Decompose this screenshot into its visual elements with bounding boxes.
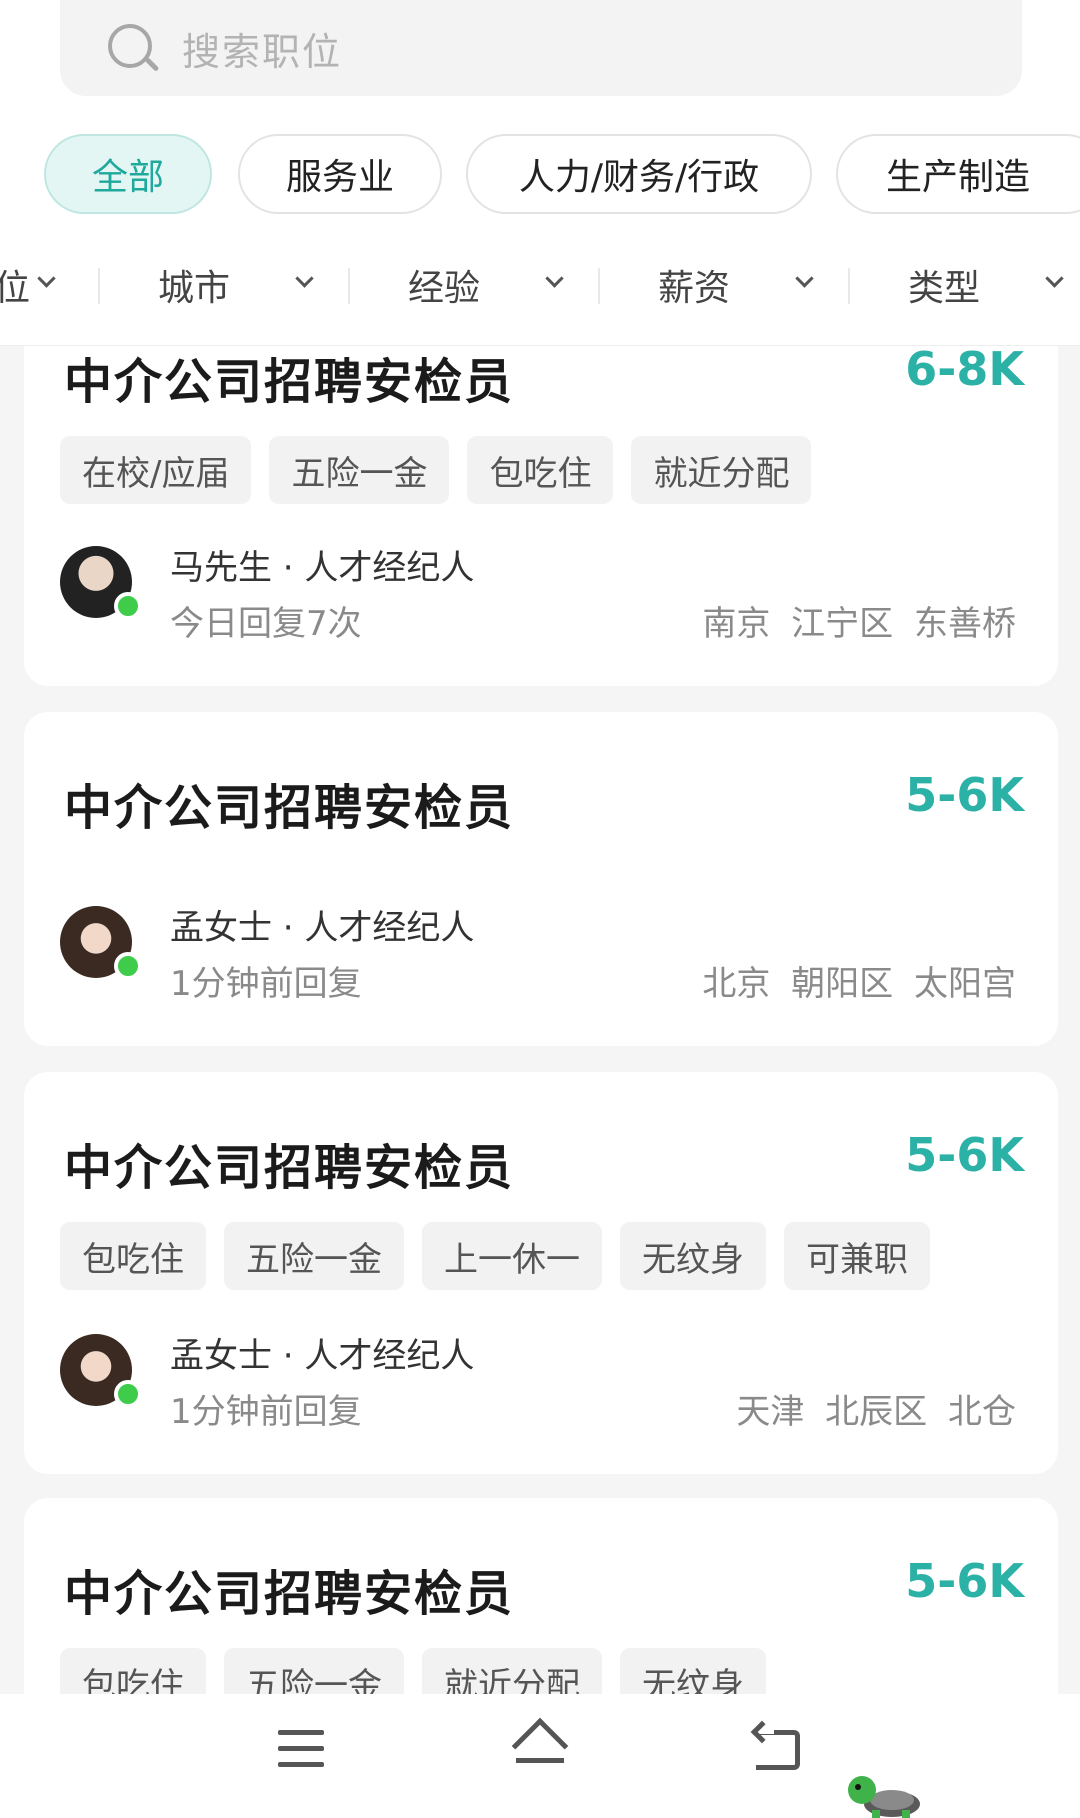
system-nav-bar xyxy=(0,1694,1080,1818)
reply-status: 1分钟前回复 xyxy=(170,964,362,1004)
avatar xyxy=(60,546,142,620)
job-location: 北京 朝阳区 太阳宫 xyxy=(702,964,1016,1004)
job-title: 中介公司招聘安检员 xyxy=(64,354,515,410)
job-location: 南京 江宁区 东善桥 xyxy=(702,604,1016,644)
agent-name: 马先生 · 人才经纪人 xyxy=(170,548,475,588)
job-tag: 包吃住 xyxy=(60,1222,206,1290)
search-icon xyxy=(104,20,160,76)
job-card[interactable]: 中介公司招聘安检员 5-6K 包吃住 五险一金 上一休一 无纹身 可兼职 孟女士… xyxy=(24,1072,1058,1474)
online-status-dot xyxy=(114,952,142,980)
job-tags: 包吃住 五险一金 上一休一 无纹身 可兼职 xyxy=(60,1222,930,1290)
job-salary: 5-6K xyxy=(905,768,1024,822)
filter-position[interactable]: 位 xyxy=(0,250,70,320)
job-salary: 5-6K xyxy=(905,1128,1024,1182)
filter-bar: 位 城市 经验 薪资 类型 xyxy=(0,250,1080,320)
job-card[interactable]: 中介公司招聘安检员 5-6K 孟女士 · 人才经纪人 1分钟前回复 北京 朝阳区… xyxy=(24,712,1058,1046)
avatar xyxy=(60,906,142,980)
job-tag: 无纹身 xyxy=(620,1222,766,1290)
job-tag: 在校/应届 xyxy=(60,436,252,504)
search-bar[interactable]: 搜索职位 xyxy=(60,0,1022,96)
chevron-down-icon xyxy=(545,269,564,288)
filter-city-label: 城市 xyxy=(158,268,231,309)
category-tab-hr-finance-admin[interactable]: 人力/财务/行政 xyxy=(466,134,812,214)
filter-salary-label: 薪资 xyxy=(658,268,731,309)
filter-divider xyxy=(348,268,350,304)
filter-salary[interactable]: 薪资 xyxy=(658,250,818,320)
filter-divider xyxy=(598,268,600,304)
job-tag: 五险一金 xyxy=(224,1222,404,1290)
category-tab-service[interactable]: 服务业 xyxy=(238,134,442,214)
job-tag: 五险一金 xyxy=(269,436,450,504)
job-salary: 5-6K xyxy=(905,1554,1024,1608)
agent-name: 孟女士 · 人才经纪人 xyxy=(170,908,475,948)
job-title: 中介公司招聘安检员 xyxy=(64,1140,515,1196)
filter-type[interactable]: 类型 xyxy=(908,250,1068,320)
filter-divider xyxy=(98,268,100,304)
filter-position-label: 位 xyxy=(0,268,31,309)
job-title: 中介公司招聘安检员 xyxy=(64,1566,515,1622)
job-tag: 可兼职 xyxy=(784,1222,930,1290)
home-icon[interactable] xyxy=(508,1717,578,1782)
avatar xyxy=(60,1334,142,1408)
turtle-mascot-icon xyxy=(848,1776,920,1818)
job-tag: 包吃住 xyxy=(467,436,614,504)
job-location: 天津 北辰区 北仓 xyxy=(736,1392,1016,1432)
job-tags: 在校/应届 五险一金 包吃住 就近分配 xyxy=(60,436,812,504)
menu-icon[interactable] xyxy=(270,1722,340,1782)
job-title: 中介公司招聘安检员 xyxy=(64,780,515,836)
job-tag: 就近分配 xyxy=(631,436,812,504)
reply-status: 1分钟前回复 xyxy=(170,1392,362,1432)
chevron-down-icon xyxy=(295,269,314,288)
online-status-dot xyxy=(114,592,142,620)
reply-status: 今日回复7次 xyxy=(170,604,362,644)
chevron-down-icon xyxy=(1045,269,1064,288)
filter-experience[interactable]: 经验 xyxy=(408,250,568,320)
category-tab-all[interactable]: 全部 xyxy=(44,134,212,214)
job-salary: 6-8K xyxy=(905,342,1024,396)
job-tag: 上一休一 xyxy=(422,1222,602,1290)
filter-experience-label: 经验 xyxy=(408,268,481,309)
filter-divider xyxy=(848,268,850,304)
chevron-down-icon xyxy=(37,269,56,288)
category-tabs: 全部 服务业 人力/财务/行政 生产制造 xyxy=(0,134,1080,214)
filter-city[interactable]: 城市 xyxy=(158,250,318,320)
header: 搜索职位 全部 服务业 人力/财务/行政 生产制造 位 城市 经验 薪资 类型 xyxy=(0,0,1080,346)
chevron-down-icon xyxy=(795,269,814,288)
filter-type-label: 类型 xyxy=(908,268,981,309)
agent-name: 孟女士 · 人才经纪人 xyxy=(170,1336,475,1376)
online-status-dot xyxy=(114,1380,142,1408)
search-placeholder: 搜索职位 xyxy=(182,29,343,74)
category-tab-manufacturing[interactable]: 生产制造 xyxy=(836,134,1080,214)
back-icon[interactable] xyxy=(748,1720,818,1782)
job-card[interactable]: 中介公司招聘安检员 6-8K 在校/应届 五险一金 包吃住 就近分配 马先生 ·… xyxy=(24,300,1058,686)
